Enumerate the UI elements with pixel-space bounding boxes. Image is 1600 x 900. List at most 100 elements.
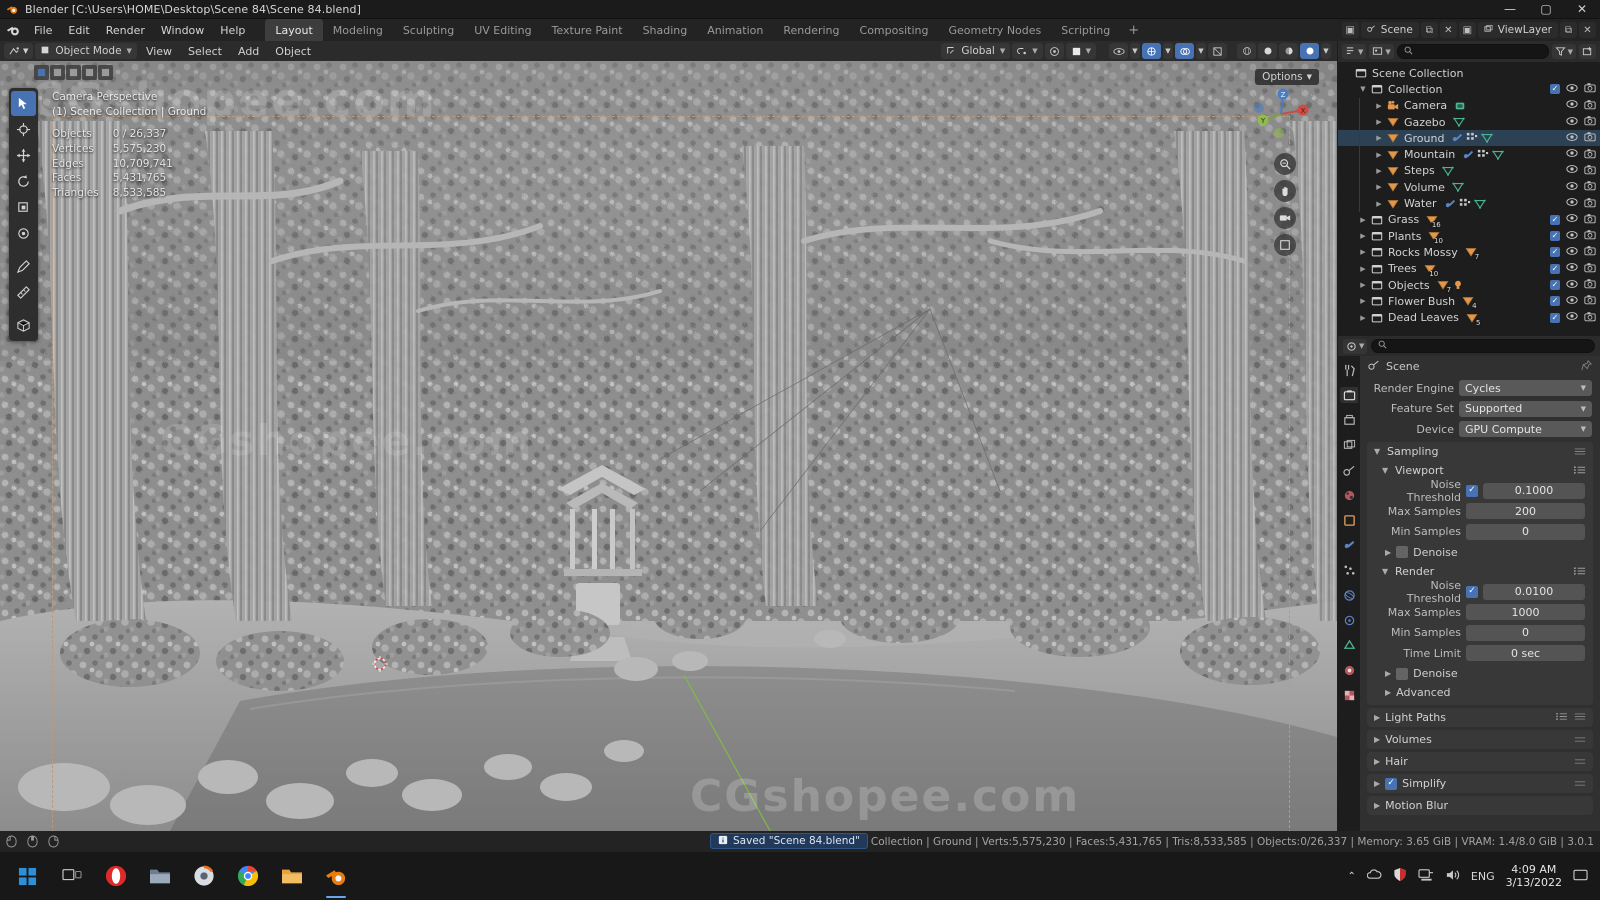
tool-cursor-icon[interactable] — [11, 117, 36, 142]
tab-scripting[interactable]: Scripting — [1051, 19, 1120, 41]
outliner-row-gazebo[interactable]: ▶Gazebo — [1338, 114, 1600, 130]
tab-geometry-nodes[interactable]: Geometry Nodes — [938, 19, 1051, 41]
clock[interactable]: 4:09 AM 3/13/2022 — [1506, 863, 1562, 889]
unlink-scene-icon[interactable]: ✕ — [1440, 22, 1457, 38]
overlays-dropdown-icon[interactable]: ▼ — [1196, 43, 1206, 59]
chevron-right-icon[interactable]: ▶ — [1373, 167, 1385, 175]
camera-render-visibility-icon[interactable] — [1584, 294, 1596, 308]
particles-icon[interactable] — [1459, 198, 1471, 210]
volumes-menu-icon[interactable] — [1574, 735, 1586, 744]
menu-edit[interactable]: Edit — [60, 19, 97, 41]
modifier-icon[interactable] — [1451, 132, 1463, 144]
tab-tool-icon[interactable] — [1340, 362, 1358, 378]
light-paths-preset-icon[interactable] — [1555, 711, 1568, 724]
viewport-options-popover[interactable]: Options ▼ — [1255, 69, 1319, 85]
start-icon[interactable] — [4, 852, 50, 900]
visibility-dropdown-icon[interactable]: ▼ — [1130, 43, 1140, 59]
pan-hand-icon[interactable] — [1274, 180, 1296, 202]
outliner-row-flower-bush[interactable]: ▶Flower Bush4 — [1338, 293, 1600, 309]
outliner-exclude-checkbox[interactable] — [1550, 231, 1560, 241]
mesh-data-icon[interactable]: 10 — [1428, 230, 1440, 242]
camera-render-visibility-icon[interactable] — [1584, 213, 1596, 227]
chevron-right-icon[interactable]: ▶ — [1357, 232, 1369, 240]
tool-move-icon[interactable] — [11, 143, 36, 168]
camera-render-visibility-icon[interactable] — [1584, 278, 1596, 292]
copy-viewlayer-icon[interactable]: ⧉ — [1560, 22, 1577, 38]
proportional-falloff-selector[interactable]: ▼ — [1066, 43, 1096, 59]
tab-physics-icon[interactable] — [1340, 587, 1358, 603]
add-workspace-button[interactable]: + — [1120, 23, 1147, 38]
eye-icon[interactable] — [1566, 164, 1578, 177]
chevron-right-icon[interactable]: ▶ — [1357, 216, 1369, 224]
viewport-menu-select[interactable]: Select — [181, 41, 229, 61]
outliner-row-objects[interactable]: ▶Objects7 — [1338, 277, 1600, 293]
outliner-row-ground[interactable]: ▶Ground — [1338, 130, 1600, 146]
tab-layout[interactable]: Layout — [265, 19, 322, 41]
snap-toggle[interactable]: ▼ — [1012, 43, 1042, 59]
tab-shading[interactable]: Shading — [633, 19, 698, 41]
scene-selector[interactable]: Scene — [1361, 22, 1419, 38]
particles-icon[interactable] — [1466, 132, 1478, 144]
remove-viewlayer-icon[interactable]: ✕ — [1579, 22, 1596, 38]
motion-blur-panel[interactable]: ▶ Motion Blur — [1367, 796, 1593, 815]
tab-compositing[interactable]: Compositing — [850, 19, 939, 41]
render-engine-dropdown[interactable]: Cycles ▼ — [1459, 380, 1592, 396]
render-advanced-header[interactable]: ▶ Advanced — [1367, 683, 1593, 702]
menu-help[interactable]: Help — [212, 19, 253, 41]
mesh-data-icon[interactable]: 7 — [1437, 279, 1449, 291]
outliner-new-collection-button[interactable] — [1579, 44, 1596, 59]
camera-render-visibility-icon[interactable] — [1584, 131, 1596, 145]
eye-icon[interactable] — [1566, 213, 1578, 226]
outliner-exclude-checkbox[interactable] — [1550, 264, 1560, 274]
render-denoise-header[interactable]: ▶ Denoise — [1367, 664, 1593, 683]
editor-type-button[interactable]: ▼ — [4, 43, 33, 59]
eye-icon[interactable] — [1566, 181, 1578, 194]
tab-particles-icon[interactable] — [1340, 562, 1358, 578]
camera-render-visibility-icon[interactable] — [1584, 229, 1596, 243]
eye-icon[interactable] — [1566, 148, 1578, 161]
render-min-samples-value[interactable]: 0 — [1466, 625, 1585, 641]
chevron-right-icon[interactable]: ▶ — [1357, 281, 1369, 289]
task-view-icon[interactable] — [50, 852, 94, 900]
tab-texture-paint[interactable]: Texture Paint — [542, 19, 633, 41]
eye-icon[interactable] — [1566, 132, 1578, 145]
media-icon[interactable] — [182, 852, 226, 900]
tab-material-icon[interactable] — [1340, 662, 1358, 678]
eye-icon[interactable] — [1566, 83, 1578, 96]
proportional-editing-toggle[interactable] — [1045, 43, 1064, 59]
mesh-data-icon[interactable]: 16 — [1426, 214, 1438, 226]
new-viewlayer-icon[interactable]: ▣ — [1459, 22, 1476, 38]
onedrive-icon[interactable] — [1367, 868, 1382, 884]
outliner-row-water[interactable]: ▶Water — [1338, 195, 1600, 211]
tool-annotate-icon[interactable] — [11, 254, 36, 279]
chevron-right-icon[interactable]: ▶ — [1373, 183, 1385, 191]
outliner-row-collection[interactable]: ▼Collection — [1338, 81, 1600, 97]
gizmo-move-icon[interactable] — [34, 65, 49, 80]
outliner-row-camera[interactable]: ▶Camera — [1338, 98, 1600, 114]
render-noise-threshold-value[interactable]: 0.0100 — [1483, 584, 1585, 600]
hair-panel[interactable]: ▶ Hair — [1367, 752, 1593, 771]
mesh-data-icon[interactable] — [1453, 116, 1465, 128]
tool-transform-icon[interactable] — [11, 221, 36, 246]
particles-icon[interactable] — [1477, 149, 1489, 161]
sampling-panel-header[interactable]: ▼ Sampling — [1367, 442, 1593, 461]
outliner-search-input[interactable] — [1397, 44, 1549, 59]
shading-rendered-icon[interactable] — [1300, 43, 1319, 59]
tab-output-icon[interactable] — [1340, 412, 1358, 428]
folder-icon[interactable] — [270, 852, 314, 900]
minimize-button[interactable]: — — [1492, 0, 1528, 19]
interaction-mode-selector[interactable]: Object Mode ▼ — [35, 43, 137, 59]
opera-icon[interactable] — [94, 852, 138, 900]
eye-icon[interactable] — [1566, 230, 1578, 243]
outliner-row-mountain[interactable]: ▶Mountain — [1338, 146, 1600, 162]
tab-render-icon[interactable] — [1340, 387, 1358, 403]
outliner-editor-type-button[interactable]: ▼ — [1342, 44, 1366, 59]
modifier-icon[interactable] — [1462, 149, 1474, 161]
light-paths-menu-icon[interactable] — [1574, 711, 1586, 724]
gizmo-rotate-icon[interactable] — [50, 65, 65, 80]
light-paths-panel[interactable]: ▶ Light Paths — [1367, 708, 1593, 727]
tab-sculpting[interactable]: Sculpting — [393, 19, 464, 41]
render-time-limit-value[interactable]: 0 sec — [1466, 645, 1585, 661]
render-denoise-checkbox[interactable] — [1396, 668, 1408, 680]
shading-dropdown-icon[interactable]: ▼ — [1321, 43, 1331, 59]
